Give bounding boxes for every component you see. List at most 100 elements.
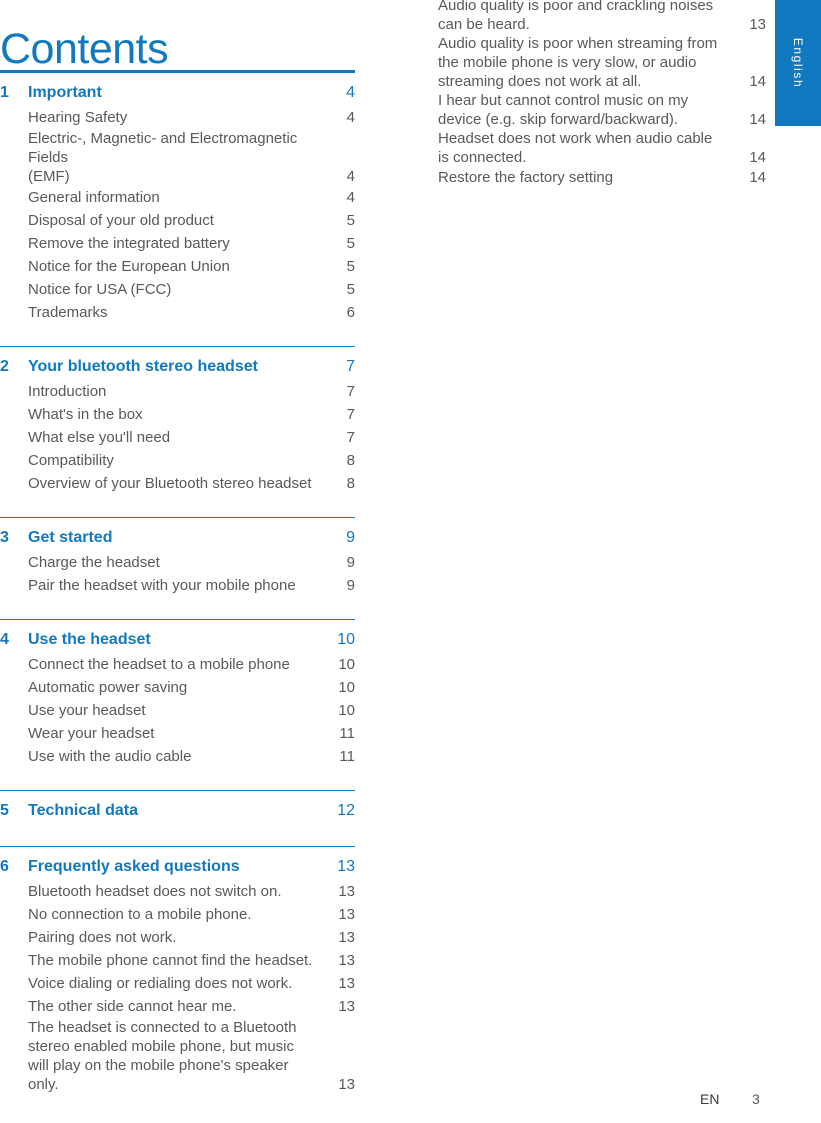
toc-entry[interactable]: Restore the factory setting 14 (438, 167, 766, 189)
toc-entry-label: Use with the audio cable (28, 745, 329, 768)
toc-entry-line: the mobile phone is very slow, or audio (438, 54, 697, 71)
toc-left-column: 1Important40Hearing Safety40Electric-, M… (0, 70, 355, 1094)
toc-entry-line: streaming does not work at all. (438, 73, 642, 90)
toc-entry-label: Use your headset (28, 699, 329, 722)
toc-entry-label: Pairing does not work. (28, 926, 329, 949)
toc-entry-label: Introduction (28, 380, 329, 403)
toc-entry[interactable]: 0Pair the headset with your mobile phone… (0, 574, 355, 597)
toc-entry-line: What else you'll need (28, 429, 171, 446)
toc-entry-page: 11 (339, 725, 355, 742)
toc-entry-line: will play on the mobile phone's speaker … (28, 1057, 289, 1093)
toc-entry-line: Notice for the European Union (28, 258, 230, 275)
toc-entry[interactable]: 0What's in the box7 (0, 403, 355, 426)
footer-language-code: EN (700, 1091, 720, 1107)
toc-entry[interactable]: 0The mobile phone cannot find the headse… (0, 949, 355, 972)
toc-entry[interactable]: 0General information4 (0, 186, 355, 209)
toc-entry-line: Automatic power saving (28, 679, 188, 696)
toc-entry-line: Headset does not work when audio cable (438, 130, 713, 147)
toc-entry-line: Trademarks (28, 304, 108, 321)
toc-entry-label: The other side cannot hear me. (28, 995, 329, 1018)
toc-entry-label: I hear but cannot control music on my dev… (438, 91, 740, 129)
toc-entry-page: 13 (338, 998, 355, 1015)
toc-entry[interactable]: 0Use with the audio cable11 (0, 745, 355, 768)
toc-entry-line: Remove the integrated battery (28, 235, 230, 252)
toc-entry[interactable]: 0Charge the headset9 (0, 551, 355, 574)
toc-entry[interactable]: 0Pairing does not work.13 (0, 926, 355, 949)
toc-entry-page: 13 (338, 975, 355, 992)
toc-section-page: 9 (346, 529, 355, 546)
toc-entry-line: Compatibility (28, 452, 114, 469)
toc-section-title: Important (28, 84, 102, 101)
toc-entry[interactable]: 0Voice dialing or redialing does not wor… (0, 972, 355, 995)
toc-entry-label: No connection to a mobile phone. (28, 903, 329, 926)
toc-entry-line: Use your headset (28, 702, 146, 719)
toc-entry-line: No connection to a mobile phone. (28, 906, 252, 923)
toc-entry[interactable]: 0Compatibility8 (0, 449, 355, 472)
toc-entry-line: The headset is connected to a Bluetooth (28, 1019, 297, 1036)
toc-entry[interactable]: 0Bluetooth headset does not switch on.13 (0, 880, 355, 903)
toc-entry[interactable]: 0Automatic power saving10 (0, 676, 355, 699)
toc-section-title: Use the headset (28, 631, 151, 648)
toc-entry[interactable]: 0Connect the headset to a mobile phone10 (0, 653, 355, 676)
toc-entry-line: The other side cannot hear me. (28, 998, 237, 1015)
toc-entry[interactable]: 0Hearing Safety4 (0, 106, 355, 129)
toc-entry-page: 6 (346, 304, 355, 321)
toc-entry[interactable]: 0What else you'll need7 (0, 426, 355, 449)
toc-entry-label: Connect the headset to a mobile phone (28, 653, 329, 676)
toc-entry[interactable]: 0Electric-, Magnetic- and Electromagneti… (0, 129, 355, 186)
toc-entry-page: 4 (346, 189, 355, 206)
toc-entry-page: 14 (749, 73, 766, 90)
toc-entry-page: 5 (346, 212, 355, 229)
toc-entry[interactable]: Audio quality is poor when streaming fro… (438, 34, 766, 91)
toc-entry[interactable]: 0Notice for USA (FCC)5 (0, 278, 355, 301)
toc-entry-label: Electric-, Magnetic- and Electromagnetic… (28, 129, 329, 186)
toc-entry-page: 11 (339, 748, 355, 765)
toc-entry[interactable]: 0The headset is connected to a Bluetooth… (0, 1018, 355, 1094)
toc-entry-label: Disposal of your old product (28, 209, 329, 232)
toc-section-number: 2 (0, 358, 9, 375)
toc-entry-line: is connected. (438, 149, 527, 166)
toc-entry-line: Introduction (28, 383, 107, 400)
toc-section-heading[interactable]: 3 Get started 9 (0, 525, 355, 551)
toc-entry-label: Charge the headset (28, 551, 329, 574)
toc-entry[interactable]: Headset does not work when audio cable is… (438, 129, 766, 167)
toc-entry[interactable]: I hear but cannot control music on my dev… (438, 91, 766, 129)
toc-entry-line: General information (28, 189, 160, 206)
toc-entry-line: Wear your headset (28, 725, 155, 742)
toc-section-heading[interactable]: 4 Use the headset 10 (0, 627, 355, 653)
toc-entry-label: What's in the box (28, 403, 329, 426)
toc-entry-line: Electric-, Magnetic- and Electromagnetic… (28, 130, 298, 166)
toc-section-heading[interactable]: 1 Important 4 (0, 80, 355, 106)
toc-entry[interactable]: 0Notice for the European Union5 (0, 255, 355, 278)
language-tab-label: English (791, 37, 805, 89)
toc-section-title: Technical data (28, 802, 138, 819)
toc-entry[interactable]: 0Introduction7 (0, 380, 355, 403)
toc-section-heading[interactable]: 5 Technical data 12 (0, 798, 355, 824)
toc-section-heading[interactable]: 2 Your bluetooth stereo headset 7 (0, 354, 355, 380)
toc-entry-label: Audio quality is poor when streaming fro… (438, 34, 740, 91)
toc-entry[interactable]: 0Trademarks6 (0, 301, 355, 324)
toc-entry-page: 14 (749, 111, 766, 128)
toc-entry[interactable]: 0Wear your headset11 (0, 722, 355, 745)
toc-section-title: Get started (28, 529, 113, 546)
toc-entry-line: Notice for USA (FCC) (28, 281, 172, 298)
toc-entry[interactable]: 0The other side cannot hear me.13 (0, 995, 355, 1018)
toc-entry[interactable]: 0Overview of your Bluetooth stereo heads… (0, 472, 355, 495)
toc-entry[interactable]: 0Use your headset10 (0, 699, 355, 722)
toc-section-page: 12 (337, 802, 355, 819)
toc-entry[interactable]: 0Remove the integrated battery5 (0, 232, 355, 255)
toc-section-heading[interactable]: 6 Frequently asked questions 13 (0, 854, 355, 880)
toc-entry-line: Audio quality is poor and crackling nois… (438, 0, 714, 14)
toc-entry-line: Bluetooth headset does not switch on. (28, 883, 282, 900)
toc-entry-label: What else you'll need (28, 426, 329, 449)
toc-section-title: Frequently asked questions (28, 858, 240, 875)
toc-entry[interactable]: Audio quality is poor and crackling nois… (438, 0, 766, 34)
toc-entry-line: can be heard. (438, 16, 530, 33)
toc-entry-page: 13 (338, 952, 355, 969)
toc-entry[interactable]: 0No connection to a mobile phone.13 (0, 903, 355, 926)
toc-entry-line: Pairing does not work. (28, 929, 177, 946)
toc-section-page: 7 (346, 358, 355, 375)
toc-entry[interactable]: 0Disposal of your old product5 (0, 209, 355, 232)
